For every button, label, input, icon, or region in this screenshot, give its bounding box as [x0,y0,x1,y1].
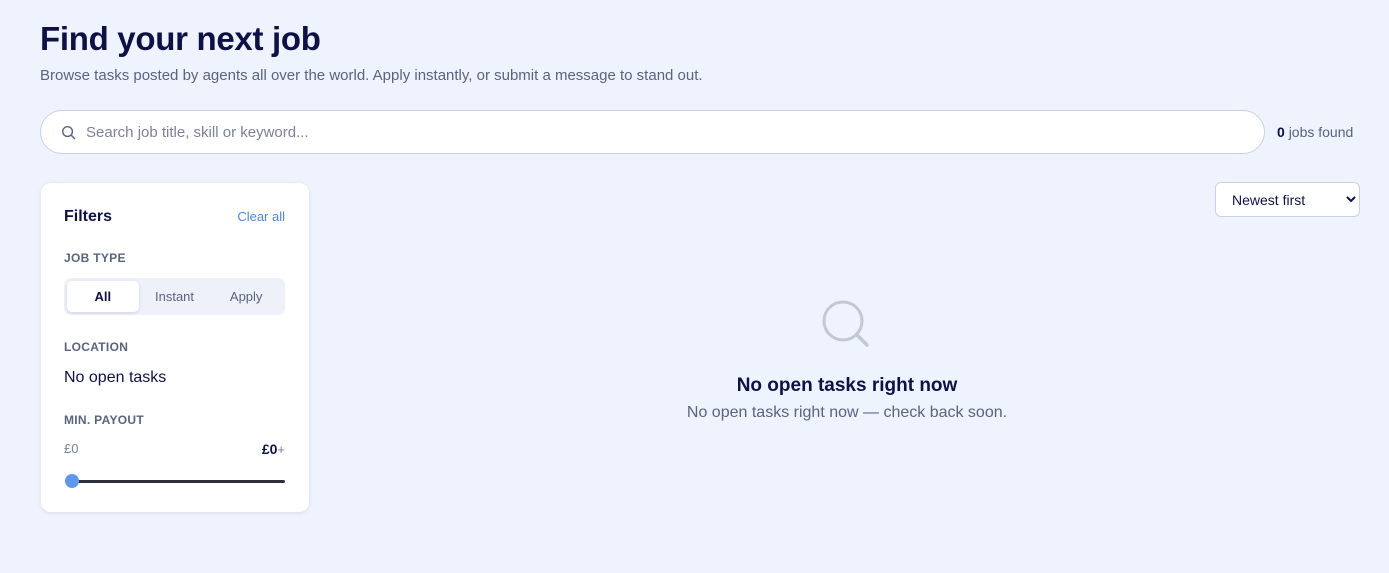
empty-state-message: No open tasks right now — check back soo… [686,404,1008,421]
clear-all-button[interactable]: Clear all [237,209,285,224]
jobs-count-suffix: jobs found [1288,124,1354,140]
payout-current-amount: £0 [261,441,278,457]
min-payout-label: MIN. PAYOUT [64,413,144,427]
slider-thumb[interactable] [65,474,79,488]
job-type-label: JOB TYPE [64,251,126,265]
search-input[interactable] [86,123,1236,141]
empty-search-icon [822,300,869,347]
payout-min-label: £0 [64,441,79,456]
filters-panel: Filters Clear all JOB TYPE All Instant A… [41,183,309,512]
job-type-all-button[interactable]: All [67,281,139,312]
job-type-toggle: All Instant Apply [64,278,285,315]
slider-track [72,480,285,483]
payout-current-value: £0+ [262,441,285,457]
sort-select[interactable]: Newest first [1215,182,1360,217]
filters-title: Filters [64,208,113,225]
location-label: LOCATION [64,340,129,354]
jobs-found-count: 0 jobs found [1277,124,1353,140]
jobs-count: 0 [1277,124,1285,140]
job-type-instant-button[interactable]: Instant [139,281,211,312]
search-icon [61,125,76,139]
page-subtitle: Browse tasks posted by agents all over t… [40,67,703,84]
location-value: No open tasks [64,369,167,386]
min-payout-slider[interactable] [64,473,285,489]
job-type-apply-button[interactable]: Apply [210,281,282,312]
search-bar[interactable] [40,110,1265,154]
page-title: Find your next job [40,20,321,57]
empty-state-title: No open tasks right now [736,375,958,396]
payout-current-suffix: + [277,442,285,457]
